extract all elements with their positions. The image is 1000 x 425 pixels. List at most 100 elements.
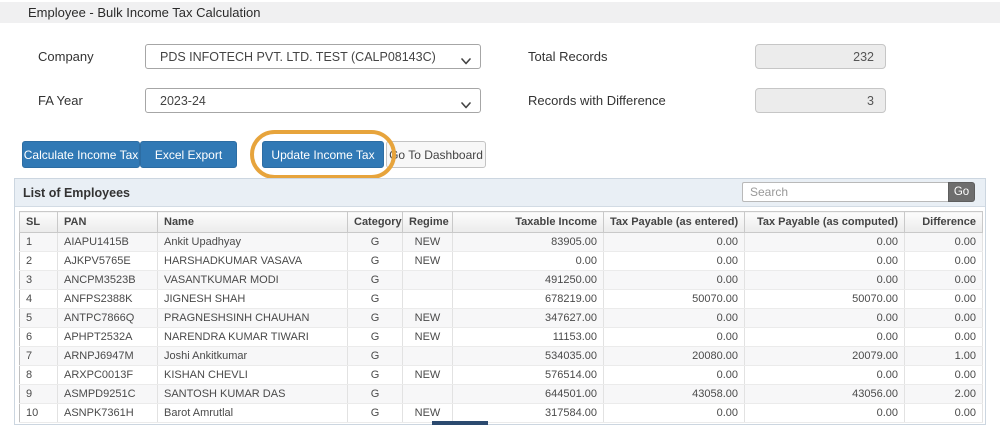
table-cell: HARSHADKUMAR VASAVA <box>157 251 348 271</box>
table-cell: G <box>347 289 403 309</box>
table-cell: ASNPK7361H <box>57 403 158 423</box>
table-cell: 5 <box>19 308 58 328</box>
table-cell: 347627.00 <box>452 308 604 328</box>
total-records-field: 232 <box>755 44 886 69</box>
table-cell: ARXPC0013F <box>57 365 158 385</box>
table-cell: 0.00 <box>904 289 983 309</box>
table-cell: Joshi Ankitkumar <box>157 346 348 366</box>
company-select-value: PDS INFOTECH PVT. LTD. TEST (CALP08143C) <box>160 49 436 64</box>
table-cell: NEW <box>402 308 453 328</box>
table-cell: 0.00 <box>603 365 745 385</box>
table-cell: 0.00 <box>904 232 983 252</box>
panel-header: List of Employees Go <box>15 179 985 207</box>
table-row: 4 ANFPS2388K JIGNESH SHAH G 678219.00 50070.0… <box>19 289 983 309</box>
table-cell: G <box>347 232 403 252</box>
column-header: Tax Payable (as computed) <box>744 211 905 233</box>
table-cell: G <box>347 365 403 385</box>
records-with-difference-label: Records with Difference <box>528 93 666 108</box>
excel-export-button[interactable]: Excel Export <box>140 141 237 168</box>
column-header: Regime <box>402 211 453 233</box>
table-cell: 0.00 <box>744 251 905 271</box>
table-cell: 678219.00 <box>452 289 604 309</box>
calculate-income-tax-button[interactable]: Calculate Income Tax <box>22 141 140 168</box>
table-cell: 1 <box>19 232 58 252</box>
column-header: Tax Payable (as entered) <box>603 211 745 233</box>
update-income-tax-button[interactable]: Update Income Tax <box>262 141 384 168</box>
company-label: Company <box>38 49 94 64</box>
table-cell: 576514.00 <box>452 365 604 385</box>
table-row: 6 APHPT2532A NARENDRA KUMAR TIWARI G NEW 1115… <box>19 327 983 347</box>
table-cell: 0.00 <box>603 270 745 290</box>
table-cell: 43056.00 <box>744 384 905 404</box>
table-cell: NEW <box>402 327 453 347</box>
partial-element-bottom <box>432 421 488 425</box>
table-cell: 9 <box>19 384 58 404</box>
table-cell: G <box>347 327 403 347</box>
table-cell: 0.00 <box>603 308 745 328</box>
table-cell: 4 <box>19 289 58 309</box>
table-cell: G <box>347 346 403 366</box>
table-cell: SANTOSH KUMAR DAS <box>157 384 348 404</box>
table-cell: 0.00 <box>904 327 983 347</box>
table-cell: 0.00 <box>744 327 905 347</box>
table-cell: 0.00 <box>744 403 905 423</box>
table-cell: NEW <box>402 365 453 385</box>
table-cell: VASANTKUMAR MODI <box>157 270 348 290</box>
panel-title: List of Employees <box>23 185 130 200</box>
column-header: Category <box>347 211 403 233</box>
table-row: 3 ANCPM3523B VASANTKUMAR MODI G 491250.00 0.0… <box>19 270 983 290</box>
table-cell: 534035.00 <box>452 346 604 366</box>
table-cell: G <box>347 270 403 290</box>
table-cell: ANTPC7866Q <box>57 308 158 328</box>
table-cell: JIGNESH SHAH <box>157 289 348 309</box>
table-cell: 1.00 <box>904 346 983 366</box>
employees-table-wrapper: SL PAN Name Category Regime Taxable Income Tax… <box>19 211 983 423</box>
search-bar: Go <box>742 182 975 202</box>
table-cell: 8 <box>19 365 58 385</box>
table-cell <box>402 270 453 290</box>
search-input[interactable] <box>742 182 948 202</box>
table-cell: 0.00 <box>904 308 983 328</box>
table-cell: 10 <box>19 403 58 423</box>
table-cell: 0.00 <box>603 327 745 347</box>
table-cell: 0.00 <box>744 270 905 290</box>
fa-year-select[interactable]: 2023-24 <box>145 88 481 113</box>
column-header: Name <box>157 211 348 233</box>
table-cell <box>402 346 453 366</box>
table-cell: 0.00 <box>603 403 745 423</box>
table-cell: 0.00 <box>904 365 983 385</box>
column-header: Difference <box>904 211 983 233</box>
table-row: 8 ARXPC0013F KISHAN CHEVLI G NEW 576514.00 0.0… <box>19 365 983 385</box>
table-cell: G <box>347 308 403 328</box>
table-cell: 644501.00 <box>452 384 604 404</box>
table-cell: AIAPU1415B <box>57 232 158 252</box>
total-records-label: Total Records <box>528 49 608 64</box>
go-to-dashboard-button[interactable]: Go To Dashboard <box>386 141 486 168</box>
table-row: 10 ASNPK7361H Barot Amrutlal G NEW 317584.00 0… <box>19 403 983 423</box>
fa-year-select-value: 2023-24 <box>160 93 206 108</box>
page-title-bar: Employee - Bulk Income Tax Calculation <box>0 2 1000 23</box>
table-header-row: SL PAN Name Category Regime Taxable Income Tax… <box>19 211 983 233</box>
table-cell: 20079.00 <box>744 346 905 366</box>
column-header: PAN <box>57 211 158 233</box>
table-cell: PRAGNESHSINH CHAUHAN <box>157 308 348 328</box>
company-select[interactable]: PDS INFOTECH PVT. LTD. TEST (CALP08143C) <box>145 44 481 69</box>
search-go-button[interactable]: Go <box>948 182 975 202</box>
table-cell: 83905.00 <box>452 232 604 252</box>
records-with-difference-value: 3 <box>867 93 874 108</box>
table-cell: 0.00 <box>744 308 905 328</box>
table-cell: APHPT2532A <box>57 327 158 347</box>
table-cell: ANFPS2388K <box>57 289 158 309</box>
table-cell: KISHAN CHEVLI <box>157 365 348 385</box>
table-cell <box>402 384 453 404</box>
table-cell: NARENDRA KUMAR TIWARI <box>157 327 348 347</box>
table-cell: G <box>347 403 403 423</box>
table-cell: G <box>347 251 403 271</box>
fa-year-label: FA Year <box>38 93 83 108</box>
column-header: SL <box>19 211 58 233</box>
table-cell: G <box>347 384 403 404</box>
table-cell: 6 <box>19 327 58 347</box>
table-cell: 0.00 <box>603 232 745 252</box>
employees-table: SL PAN Name Category Regime Taxable Income Tax… <box>19 211 983 423</box>
table-cell: NEW <box>402 251 453 271</box>
